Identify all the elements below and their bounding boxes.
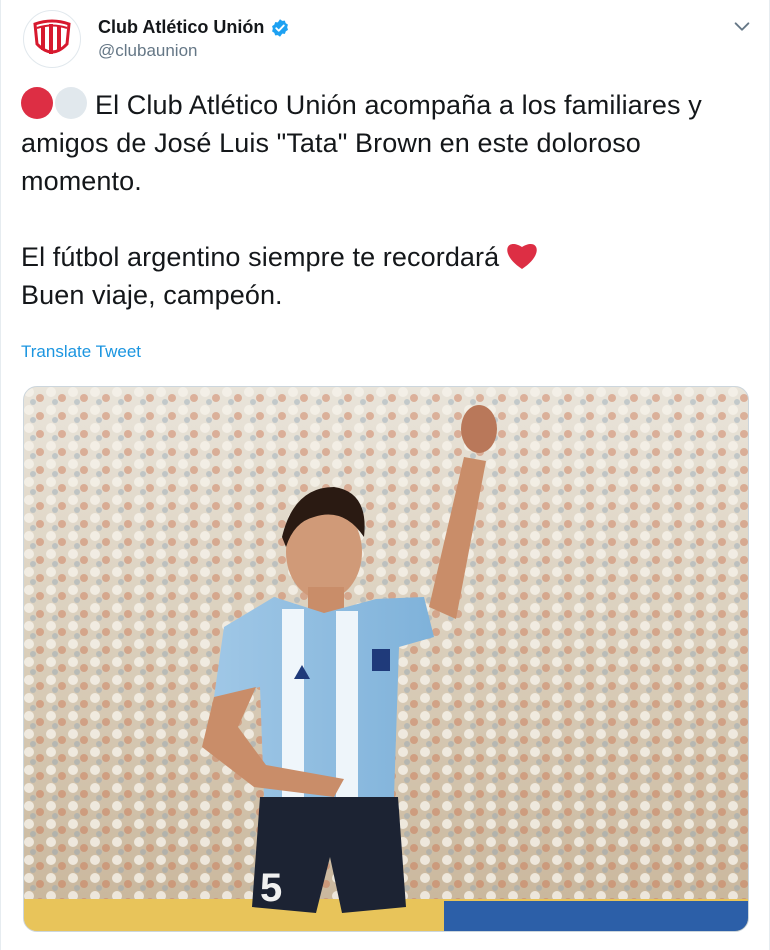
tweet-text: El Club Atlético Unión acompaña a los fa… bbox=[21, 86, 751, 314]
tweet-card: Club Atlético Unión @clubaunion El Club … bbox=[0, 0, 770, 950]
football-player-photo: 5 bbox=[24, 387, 748, 931]
avatar[interactable] bbox=[23, 10, 81, 68]
tweet-line-1: El Club Atlético Unión acompaña a los fa… bbox=[21, 90, 702, 196]
tweet-line-3: Buen viaje, campeón. bbox=[21, 280, 283, 310]
red-circle-emoji-icon bbox=[21, 87, 53, 119]
tweet-photo[interactable]: 5 bbox=[23, 386, 749, 932]
tweet-header: Club Atlético Unión @clubaunion bbox=[23, 10, 753, 70]
account-names[interactable]: Club Atlético Unión @clubaunion bbox=[98, 17, 290, 61]
account-handle: @clubaunion bbox=[98, 41, 198, 60]
avatar-club-crest-icon bbox=[33, 19, 71, 54]
white-circle-emoji-icon bbox=[55, 87, 87, 119]
display-name[interactable]: Club Atlético Unión bbox=[98, 17, 264, 38]
red-heart-emoji-icon bbox=[507, 244, 538, 269]
shirt-number: 5 bbox=[260, 866, 282, 910]
verified-badge-icon bbox=[272, 18, 289, 37]
tweet-line-2: El fútbol argentino siempre te recordará bbox=[21, 242, 500, 272]
chevron-down-icon[interactable] bbox=[731, 16, 753, 38]
translate-tweet-link[interactable]: Translate Tweet bbox=[21, 342, 141, 362]
